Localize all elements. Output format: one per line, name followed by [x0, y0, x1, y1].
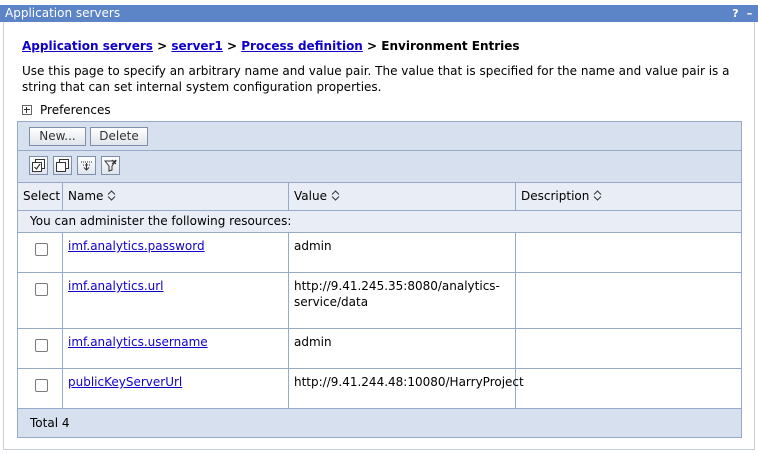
description-cell: [516, 233, 741, 272]
breadcrumb-current: Environment Entries: [381, 39, 520, 53]
row-checkbox[interactable]: [35, 339, 48, 352]
column-header-name[interactable]: Name: [63, 183, 289, 210]
column-header-value[interactable]: Value: [289, 183, 516, 210]
select-cell: [18, 329, 63, 368]
value-line: service/data: [294, 295, 369, 309]
description-cell: [516, 273, 741, 328]
table-row: imf.analytics.password admin: [18, 233, 741, 273]
value-line: http://9.41.245.35:8080/analytics-: [294, 279, 500, 293]
row-checkbox[interactable]: [35, 283, 48, 296]
column-header-description[interactable]: Description: [516, 183, 741, 210]
value-cell: http://9.41.244.48:10080/HarryProject: [289, 369, 524, 408]
breadcrumb-link-process-definition[interactable]: Process definition: [241, 39, 363, 53]
column-header-select: Select: [18, 183, 63, 210]
admin-note: You can administer the following resourc…: [18, 211, 741, 233]
entry-name-link[interactable]: publicKeyServerUrl: [68, 375, 182, 389]
minimize-button[interactable]: –: [742, 6, 757, 21]
table-footer-total: Total 4: [18, 409, 741, 437]
column-header-label: Value: [294, 189, 327, 203]
icon-toolbar: [18, 151, 741, 183]
page-description: Use this page to specify an arbitrary na…: [22, 64, 730, 94]
value-cell: admin: [289, 233, 516, 272]
preferences-toggle[interactable]: Preferences: [22, 103, 111, 117]
table-header: Select Name Value Description: [18, 183, 741, 211]
expand-plus-icon: [22, 105, 32, 115]
breadcrumb-link-application-servers[interactable]: Application servers: [22, 39, 153, 53]
value-cell: http://9.41.245.35:8080/analytics- servi…: [289, 273, 516, 328]
name-cell: publicKeyServerUrl: [63, 369, 289, 408]
breadcrumb: Application servers > server1 > Process …: [22, 39, 520, 53]
show-filter-icon[interactable]: [77, 156, 96, 175]
column-header-label: Description: [521, 189, 590, 203]
sort-icon[interactable]: [331, 190, 340, 201]
breadcrumb-separator: >: [227, 39, 238, 53]
select-cell: [18, 273, 63, 328]
preferences-label: Preferences: [40, 103, 111, 117]
entry-name-link[interactable]: imf.analytics.url: [68, 279, 164, 293]
delete-button[interactable]: Delete: [90, 127, 148, 146]
window-title: Application servers: [5, 6, 121, 20]
name-cell: imf.analytics.url: [63, 273, 289, 328]
select-all-icon[interactable]: [29, 156, 48, 175]
collection-table: New... Delete Select Name Value Descript…: [17, 121, 742, 438]
window-title-bar: Application servers ? –: [0, 5, 758, 22]
table-row: publicKeyServerUrl http://9.41.244.48:10…: [18, 369, 741, 409]
help-button[interactable]: ?: [728, 6, 743, 21]
entry-name-link[interactable]: imf.analytics.username: [68, 335, 208, 349]
breadcrumb-separator: >: [157, 39, 168, 53]
column-header-label: Select: [23, 189, 61, 203]
sort-icon[interactable]: [107, 190, 116, 201]
name-cell: imf.analytics.username: [63, 329, 289, 368]
entry-name-link[interactable]: imf.analytics.password: [68, 239, 205, 253]
select-cell: [18, 233, 63, 272]
row-checkbox[interactable]: [35, 379, 48, 392]
name-cell: imf.analytics.password: [63, 233, 289, 272]
table-row: imf.analytics.username admin: [18, 329, 741, 369]
table-row: imf.analytics.url http://9.41.245.35:808…: [18, 273, 741, 329]
row-checkbox[interactable]: [35, 243, 48, 256]
select-cell: [18, 369, 63, 408]
value-cell: admin: [289, 329, 516, 368]
description-cell: [516, 329, 741, 368]
breadcrumb-link-server1[interactable]: server1: [171, 39, 222, 53]
clear-filter-icon[interactable]: [101, 156, 120, 175]
sort-icon[interactable]: [593, 190, 602, 201]
deselect-all-icon[interactable]: [53, 156, 72, 175]
breadcrumb-separator: >: [367, 39, 378, 53]
column-header-label: Name: [68, 189, 104, 203]
new-button[interactable]: New...: [29, 127, 86, 146]
description-cell: [516, 369, 741, 408]
button-toolbar: New... Delete: [18, 122, 741, 151]
